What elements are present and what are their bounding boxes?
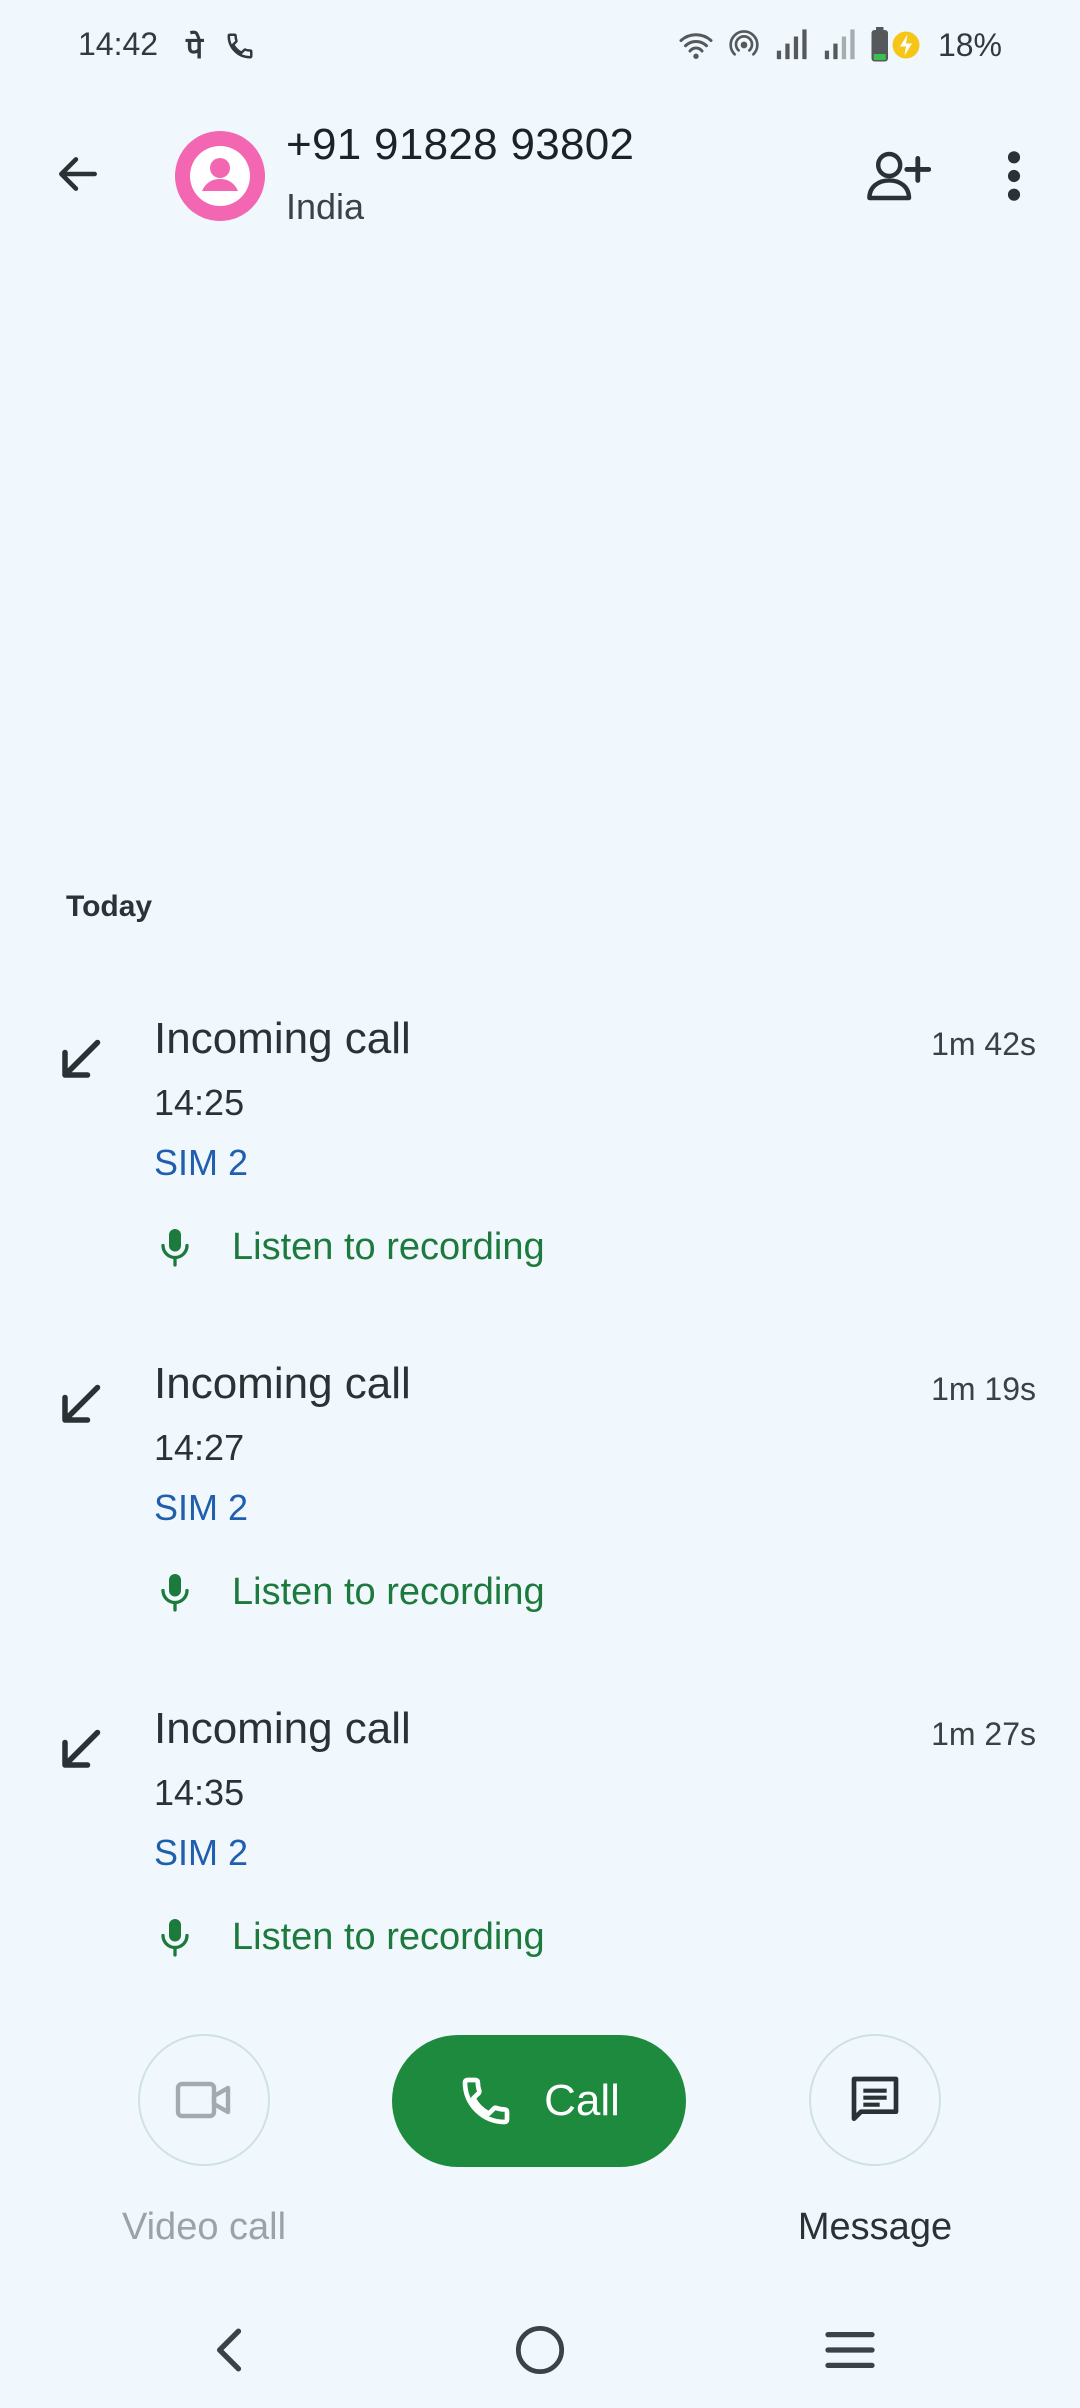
call-type: Incoming call [154, 1014, 411, 1063]
message-icon [851, 2076, 899, 2121]
call-time: 14:35 [154, 1772, 245, 1813]
avatar [175, 131, 265, 221]
arrow-back-icon [59, 157, 97, 191]
add-contact-button[interactable] [860, 142, 936, 210]
listen-recording-button[interactable]: Listen to recording [150, 1902, 545, 1972]
nav-recents-button[interactable] [805, 2310, 895, 2390]
call-received-icon [62, 1039, 101, 1078]
status-time: 14:42 [78, 26, 159, 62]
listen-recording-button[interactable]: Listen to recording [150, 1212, 545, 1282]
status-bar: 14:42 पे 18% [0, 0, 1080, 90]
call-button-label: Call [544, 2076, 620, 2125]
recording-label: Listen to recording [232, 1915, 545, 1958]
call-time: 14:27 [154, 1427, 245, 1468]
recording-label: Listen to recording [232, 1225, 545, 1268]
call-received-icon [62, 1729, 101, 1768]
contact-number: +91 91828 93802 [286, 120, 635, 169]
call-sim: SIM 2 [154, 1487, 249, 1528]
status-right-icons: 18% [678, 22, 1002, 68]
more-vert-icon [1007, 151, 1021, 201]
wifi-icon [679, 33, 713, 59]
call-duration: 1m 27s [931, 1716, 1036, 1752]
phone-icon [462, 2077, 510, 2125]
battery-charging-icon [871, 27, 920, 62]
call-type: Incoming call [154, 1704, 411, 1753]
hotspot-icon [729, 30, 759, 56]
message-label: Message [797, 2206, 953, 2248]
nav-back-button[interactable] [183, 2310, 273, 2390]
signal-sim1-icon [776, 29, 807, 60]
call-sim: SIM 2 [154, 1142, 249, 1183]
call-button[interactable]: Call [392, 2035, 686, 2167]
call-history-item: Incoming call 1m 42s 14:25 SIM 2 Listen … [0, 1000, 1080, 1330]
mic-icon [150, 1567, 200, 1617]
battery-percent: 18% [937, 26, 1002, 63]
contact-country: India [286, 186, 365, 227]
call-time: 14:25 [154, 1082, 245, 1123]
payment-icon: पे [186, 31, 204, 65]
signal-sim2-icon [824, 29, 855, 60]
status-left-icons: पे [186, 26, 255, 66]
home-nav-icon [515, 2325, 565, 2375]
message-button[interactable] [809, 2034, 941, 2166]
person-add-icon [867, 151, 931, 201]
more-options-button[interactable] [984, 142, 1044, 210]
video-call-button[interactable] [138, 2034, 270, 2166]
videocam-icon [175, 2081, 231, 2119]
listen-recording-button[interactable]: Listen to recording [150, 1557, 545, 1627]
call-history-item: Incoming call 1m 19s 14:27 SIM 2 Listen … [0, 1345, 1080, 1675]
nav-home-button[interactable] [495, 2310, 585, 2390]
back-button[interactable] [44, 140, 112, 208]
call-sim: SIM 2 [154, 1832, 249, 1873]
person-icon [190, 146, 250, 206]
recents-nav-icon [825, 2331, 875, 2369]
video-call-label: Video call [121, 2206, 287, 2248]
call-history-item: Incoming call 1m 27s 14:35 SIM 2 Listen … [0, 1690, 1080, 2020]
call-duration: 1m 19s [931, 1371, 1036, 1407]
call-type: Incoming call [154, 1359, 411, 1408]
call-duration: 1m 42s [931, 1026, 1036, 1062]
call-received-icon [62, 1384, 101, 1423]
back-nav-icon [216, 2328, 242, 2372]
mic-icon [150, 1912, 200, 1962]
phone-call-icon [227, 33, 253, 59]
section-label-today: Today [66, 890, 153, 923]
mic-icon [150, 1222, 200, 1272]
recording-label: Listen to recording [232, 1570, 545, 1613]
call-details-screen: 14:42 पे 18% +91 91828 93802 India Today… [0, 0, 1080, 2408]
